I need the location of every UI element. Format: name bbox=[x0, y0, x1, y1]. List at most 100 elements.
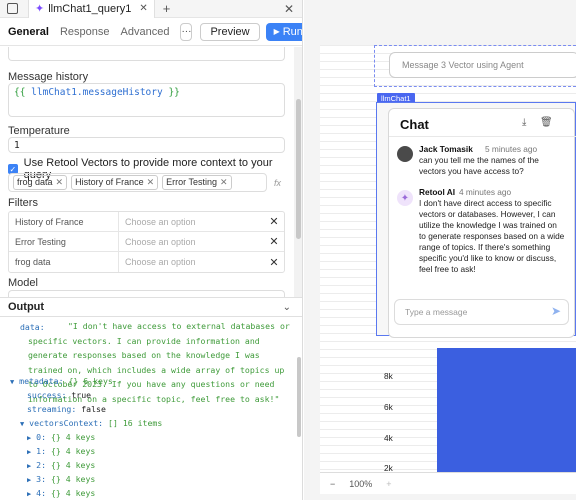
zoom-in-button[interactable]: + bbox=[386, 479, 391, 489]
filter-row: Error Testing Choose an option ✕ bbox=[9, 232, 284, 252]
output-header[interactable]: Output ⌄ bbox=[0, 297, 302, 317]
caret-right-icon[interactable]: ▶ bbox=[27, 434, 31, 442]
prompt-field-bottom[interactable] bbox=[8, 47, 285, 61]
message-input-component[interactable]: Message 3 Vector using Agent bbox=[389, 52, 576, 78]
message-history-value: llmChat1.messageHistory bbox=[31, 87, 163, 98]
vector-tag: frog data ✕ bbox=[13, 175, 68, 190]
output-title: Output bbox=[8, 301, 45, 313]
y-tick-label: 8k bbox=[384, 371, 393, 381]
chart-bar bbox=[437, 348, 576, 478]
canvas-header-strip bbox=[304, 0, 576, 45]
query-tab-bar: ✦ llmChat1_query1 ✕ + ✕ bbox=[0, 0, 302, 18]
tab-advanced[interactable]: Advanced bbox=[121, 26, 170, 38]
vector-item-row[interactable]: ▶ 3: {} 4 keys bbox=[27, 474, 95, 484]
vector-item-row[interactable]: ▶ 1: {} 4 keys bbox=[27, 446, 95, 456]
ai-sparkle-icon: ✦ bbox=[397, 190, 413, 206]
caret-right-icon[interactable]: ▶ bbox=[27, 462, 31, 470]
preview-button[interactable]: Preview bbox=[200, 22, 260, 41]
temperature-label: Temperature bbox=[8, 125, 70, 137]
message-time: 5 minutes ago bbox=[485, 144, 538, 154]
remove-tag-icon[interactable]: ✕ bbox=[56, 177, 64, 187]
query-toolbar: General Response Advanced ··· Preview ▶ … bbox=[0, 18, 302, 46]
chat-message-input[interactable]: Type a message ➤ bbox=[394, 299, 569, 325]
query-editor-panel: ✦ llmChat1_query1 ✕ + ✕ General Response… bbox=[0, 0, 303, 500]
filters-table: History of France Choose an option ✕ Err… bbox=[8, 211, 285, 273]
filter-row: frog data Choose an option ✕ bbox=[9, 252, 284, 272]
query-tab-label: llmChat1_query1 bbox=[48, 2, 132, 15]
message-author: Retool AI bbox=[419, 187, 456, 197]
caret-right-icon[interactable]: ▶ bbox=[27, 476, 31, 484]
more-options-button[interactable]: ··· bbox=[180, 22, 193, 41]
chat-divider bbox=[389, 136, 576, 137]
scrollbar-thumb[interactable] bbox=[297, 357, 301, 437]
vectors-context-row[interactable]: ▼ vectorsContext: [] 16 items bbox=[20, 418, 162, 428]
message-author: Jack Tomasik bbox=[419, 144, 473, 154]
avatar bbox=[397, 146, 413, 162]
vector-item-row[interactable]: ▶ 2: {} 4 keys bbox=[27, 460, 95, 470]
chat-input-placeholder: Type a message bbox=[405, 307, 468, 317]
output-scrollbar[interactable] bbox=[296, 317, 302, 500]
message-history-input[interactable]: {{ llmChat1.messageHistory }} bbox=[8, 83, 285, 117]
tab-general[interactable]: General bbox=[8, 26, 49, 38]
guide-line bbox=[374, 45, 375, 87]
remove-tag-icon[interactable]: ✕ bbox=[147, 177, 155, 187]
fx-icon[interactable]: fx bbox=[274, 178, 281, 188]
vector-tag: History of France ✕ bbox=[71, 175, 159, 190]
general-form: Message history {{ llmChat1.messageHisto… bbox=[0, 47, 293, 297]
filter-option-select[interactable]: Choose an option bbox=[119, 252, 264, 272]
vector-multiselect[interactable]: frog data ✕ History of France ✕ Error Test… bbox=[8, 173, 267, 192]
remove-filter-icon[interactable]: ✕ bbox=[264, 232, 284, 251]
caret-down-icon[interactable]: ▼ bbox=[20, 420, 24, 428]
message-time: 4 minutes ago bbox=[459, 187, 512, 197]
vector-tag: Error Testing ✕ bbox=[162, 175, 232, 190]
download-icon[interactable]: ⤓ bbox=[522, 117, 526, 128]
run-button[interactable]: ▶ Run ⌘↵ bbox=[265, 22, 303, 41]
zoom-level: 100% bbox=[349, 478, 373, 489]
caret-right-icon[interactable]: ▶ bbox=[27, 490, 31, 498]
panel-toggle-icon[interactable] bbox=[7, 3, 18, 14]
trash-icon[interactable]: 🗑 bbox=[540, 117, 553, 128]
caret-right-icon[interactable]: ▶ bbox=[27, 448, 31, 456]
y-tick-label: 6k bbox=[384, 402, 393, 412]
output-json-tree: data: "I don't have access to external d… bbox=[0, 317, 294, 500]
success-row: success: true bbox=[27, 390, 92, 400]
filter-option-select[interactable]: Choose an option bbox=[119, 232, 264, 251]
scrollbar-thumb[interactable] bbox=[296, 99, 301, 239]
tab-response[interactable]: Response bbox=[60, 26, 110, 38]
guide-line bbox=[374, 45, 576, 46]
streaming-row: streaming: false bbox=[27, 404, 106, 414]
send-icon[interactable]: ➤ bbox=[551, 304, 561, 318]
filter-row: History of France Choose an option ✕ bbox=[9, 212, 284, 232]
model-select[interactable] bbox=[8, 290, 285, 297]
close-tab-icon[interactable]: ✕ bbox=[139, 3, 147, 14]
vector-item-row[interactable]: ▶ 4: {} 4 keys bbox=[27, 488, 95, 498]
filter-name: frog data bbox=[9, 252, 119, 272]
remove-tag-icon[interactable]: ✕ bbox=[220, 177, 228, 187]
close-panel-icon[interactable]: ✕ bbox=[284, 2, 294, 16]
filter-option-select[interactable]: Choose an option bbox=[119, 212, 264, 231]
remove-filter-icon[interactable]: ✕ bbox=[264, 252, 284, 272]
vector-item-row[interactable]: ▶ 0: {} 4 keys bbox=[27, 432, 95, 442]
chevron-down-icon[interactable]: ⌄ bbox=[283, 302, 291, 313]
play-icon: ▶ bbox=[273, 27, 280, 36]
zoom-controls: − 100% + bbox=[320, 472, 576, 494]
temperature-value: 1 bbox=[14, 140, 20, 151]
message-text: I don't have direct access to specific v… bbox=[419, 198, 565, 274]
ai-sparkle-icon: ✦ bbox=[35, 3, 45, 15]
caret-down-icon[interactable]: ▼ bbox=[10, 378, 14, 386]
guide-line bbox=[374, 86, 576, 87]
app-canvas: Message 3 Vector using Agent llmChat1 Ch… bbox=[304, 0, 576, 500]
add-tab-icon[interactable]: + bbox=[163, 1, 171, 16]
chat-component[interactable]: Chat ⤓ 🗑 Jack Tomasik 5 minutes ago can … bbox=[388, 108, 576, 338]
model-label: Model bbox=[8, 277, 38, 289]
remove-filter-icon[interactable]: ✕ bbox=[264, 212, 284, 231]
metadata-row[interactable]: ▼ metadata: {} 6 keys bbox=[10, 376, 113, 386]
zoom-out-button[interactable]: − bbox=[330, 479, 335, 489]
editor-scrollbar[interactable] bbox=[294, 47, 302, 297]
temperature-input[interactable]: 1 bbox=[8, 137, 285, 153]
filter-name: Error Testing bbox=[9, 232, 119, 251]
run-label: Run bbox=[282, 25, 303, 38]
query-tab[interactable]: ✦ llmChat1_query1 ✕ bbox=[28, 0, 155, 18]
filters-label: Filters bbox=[8, 197, 38, 209]
chat-title: Chat bbox=[400, 117, 429, 132]
